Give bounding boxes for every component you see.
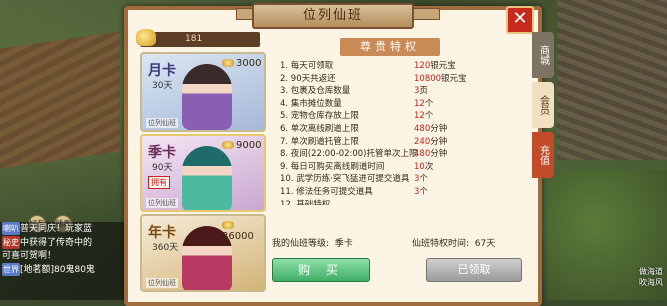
title-ornament-right [412, 8, 440, 20]
vip-level: 我的仙班等级: 季卡 [272, 239, 353, 249]
card-days: 90天 [152, 163, 173, 173]
claimed-button[interactable]: 已领取 [426, 258, 522, 282]
chat-line: 秘史中获得了传奇中的 [2, 236, 93, 249]
month-card[interactable]: 月卡 30天 3000 位列仙班 [140, 52, 266, 132]
year-card[interactable]: 年卡 360天 36000 位列仙班 [140, 214, 266, 292]
card-label: 位列仙班 [146, 278, 178, 288]
ingot-icon [222, 141, 234, 149]
tab-vip[interactable]: 会员 [532, 82, 554, 128]
perk-item-truncated: 12. 基础特权 [280, 199, 331, 205]
card-name: 年卡 [148, 225, 176, 241]
perk-item: 5. 宠物仓库存放上限 12个 [280, 111, 434, 122]
fairy-figure [182, 146, 232, 210]
map-location-label: 做海道 吹海风 [639, 267, 663, 287]
perk-item: 3. 包裹及仓库数量 3页 [280, 86, 428, 97]
perk-item: 1. 每天可领取 120银元宝 [280, 61, 456, 71]
fairy-figure [182, 64, 232, 130]
perk-list[interactable]: 1. 每天可领取 120银元宝 2. 90天共返还 10800银元宝 3. 包裹及仓… [280, 60, 470, 205]
background-roof [557, 0, 667, 160]
chat-line: 喇叭普天同庆！玩家蓝 [2, 222, 93, 235]
side-tabs: 商城 会员 充值 [532, 32, 554, 182]
perk-item: 8. 夜间(22:00-02:00)托管单次上限 480分钟 [280, 149, 448, 160]
card-days: 360天 [152, 243, 179, 253]
gold-value: 181 [185, 34, 203, 44]
chat-line: 世界[地茗额]80鬼80鬼 [2, 263, 95, 276]
background-house [0, 31, 120, 169]
tab-shop[interactable]: 商城 [532, 32, 554, 78]
season-card[interactable]: 季卡 90天 拥有 9000 位列仙班 [140, 134, 266, 212]
perk-item: 6. 单次离线刷道上限 480分钟 [280, 123, 448, 134]
ingot-icon [222, 221, 234, 229]
gold-ingot-icon [136, 29, 156, 46]
card-name: 季卡 [148, 145, 176, 161]
owned-badge: 拥有 [148, 176, 170, 189]
card-price: 36000 [222, 220, 264, 242]
vip-time-value: 67天 [474, 239, 496, 249]
perk-item: 2. 90天共返还 10800银元宝 [280, 73, 467, 84]
membership-card-list: 月卡 30天 3000 位列仙班 季卡 90天 拥有 9000 位列仙班 年卡 … [140, 52, 266, 294]
card-label: 位列仙班 [146, 118, 178, 128]
perk-item: 10. 武学历练·突飞猛进可提交道具 3个 [280, 174, 428, 185]
card-label: 位列仙班 [146, 198, 178, 208]
card-price: 3000 [222, 58, 261, 69]
perk-item: 9. 每日可购买离线刷道时间 10次 [280, 161, 434, 172]
ingot-icon [222, 59, 234, 67]
chat-line: 可喜可贺啊！ [2, 251, 57, 261]
card-price: 9000 [222, 140, 261, 151]
vip-time: 仙班特权时间: 67天 [412, 239, 496, 249]
vip-level-value: 季卡 [334, 239, 353, 249]
perk-item: 4. 集市摊位数量 12个 [280, 98, 434, 109]
card-name: 月卡 [148, 63, 176, 79]
tab-charge[interactable]: 充值 [532, 132, 554, 178]
close-button[interactable]: ✕ [506, 6, 534, 34]
perk-item: 11. 修法任务可提交道具 3个 [280, 186, 428, 197]
perk-item: 7. 单次刷道托管上限 240分钟 [280, 136, 448, 147]
perks-title: 尊贵特权 [340, 38, 440, 56]
panel-title: 位列仙班 [252, 3, 414, 29]
card-days: 30天 [152, 81, 173, 91]
gold-balance: 181 [136, 29, 260, 47]
chat-box[interactable]: 喇叭普天同庆！玩家蓝 秘史中获得了传奇中的 可喜可贺啊！ 世界[地茗额]80鬼8… [0, 222, 130, 300]
buy-button[interactable]: 购 买 [272, 258, 370, 282]
